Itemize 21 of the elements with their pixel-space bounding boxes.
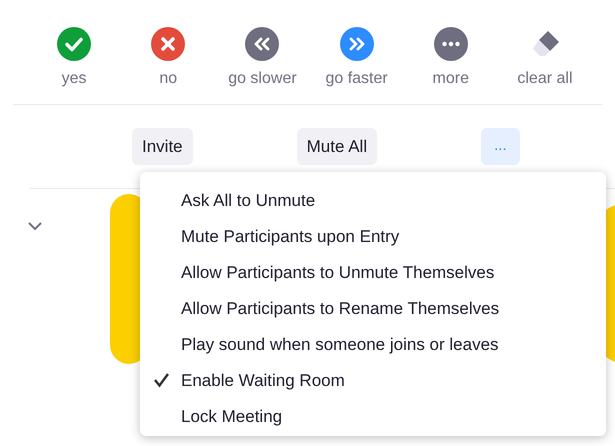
- reaction-label[interactable]: no: [159, 67, 178, 91]
- menu-item[interactable]: Allow Participants to Unmute Themselves: [140, 255, 606, 291]
- reaction-label[interactable]: go faster: [325, 67, 388, 91]
- menu-item[interactable]: Enable Waiting Room: [140, 363, 606, 399]
- reaction-label[interactable]: clear all: [517, 67, 573, 91]
- menu-item[interactable]: Allow Participants to Rename Themselves: [140, 291, 606, 327]
- fast-forward-icon: [340, 27, 374, 61]
- more-icon: [434, 27, 468, 61]
- reaction-label[interactable]: yes: [62, 67, 87, 91]
- chevron-down-icon[interactable]: [27, 221, 43, 231]
- menu-item[interactable]: Play sound when someone joins or leaves: [140, 327, 606, 363]
- rewind-icon: [245, 27, 280, 61]
- toolbar-button[interactable]: Invite: [132, 128, 193, 165]
- close-icon: [151, 27, 186, 61]
- reaction-label[interactable]: go slower: [228, 67, 297, 91]
- menu-item[interactable]: Mute Participants upon Entry: [140, 219, 606, 255]
- checkmark-icon: [57, 27, 92, 61]
- menu-item[interactable]: Ask All to Unmute: [140, 183, 606, 219]
- menu-item[interactable]: Lock Meeting: [140, 399, 606, 435]
- reaction-label[interactable]: more: [432, 67, 469, 91]
- toolbar-button[interactable]: Mute All: [296, 128, 378, 165]
